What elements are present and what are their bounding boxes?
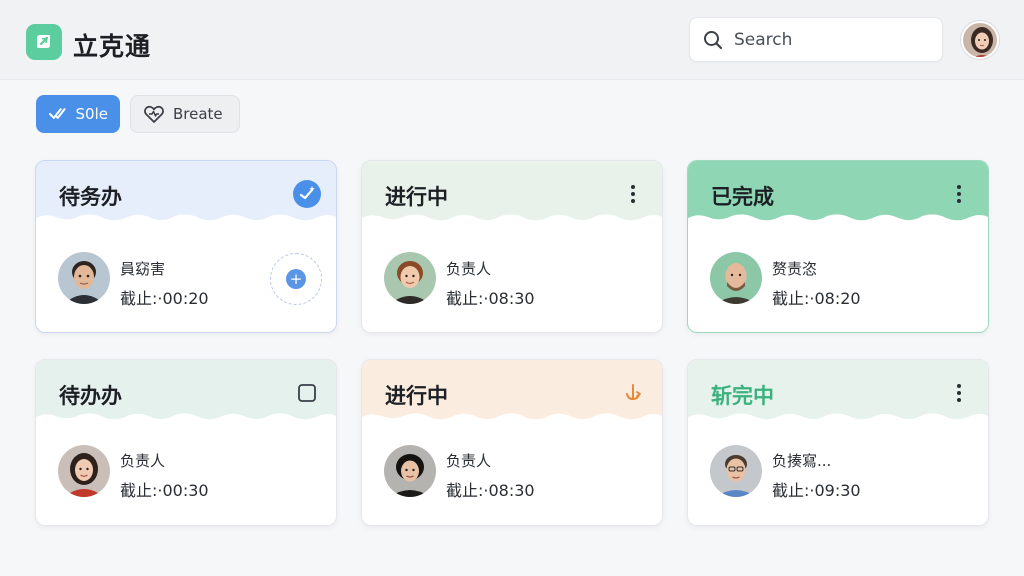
- more-vertical-icon: [957, 185, 961, 203]
- due-time: 截止:·08:30: [446, 289, 535, 308]
- search-icon: [704, 30, 723, 49]
- user-avatar[interactable]: [961, 21, 999, 59]
- task-card[interactable]: 待办办 负责人 截止:·00:30: [35, 359, 337, 526]
- create-button-label: Breate: [173, 105, 223, 123]
- card-header: 待务办: [36, 161, 336, 226]
- checkbox-icon: [298, 384, 316, 402]
- assignee-avatar: [710, 445, 762, 497]
- assignee-label: 负责人: [446, 260, 492, 278]
- card-title: 待办办: [59, 384, 122, 408]
- card-title: 待务办: [59, 185, 122, 209]
- card-menu-button[interactable]: [944, 378, 974, 408]
- double-check-icon: [48, 108, 66, 119]
- sole-button[interactable]: S0le: [36, 95, 120, 133]
- due-time: 截止:·09:30: [772, 481, 861, 500]
- card-action-button[interactable]: [618, 378, 648, 408]
- assignee-label: 负责人: [446, 452, 492, 470]
- card-title: 进行中: [385, 185, 448, 209]
- app-title: 立克通: [73, 32, 152, 61]
- assignee-label: 负责人: [120, 452, 166, 470]
- card-checkbox[interactable]: [292, 378, 322, 408]
- due-time: 截止:·00:30: [120, 481, 209, 500]
- check-sparkle-icon: [293, 180, 321, 208]
- heart-pulse-icon: [144, 105, 164, 123]
- top-bar: 立克通: [0, 0, 1024, 80]
- due-time: 截止:·00:20: [120, 289, 209, 308]
- add-assignee-button[interactable]: +: [270, 253, 322, 305]
- create-button[interactable]: Breate: [130, 95, 240, 133]
- more-vertical-icon: [957, 384, 961, 402]
- task-card[interactable]: 进行中 负责人 截止:·08:30: [361, 359, 663, 526]
- app-logo-icon[interactable]: [26, 24, 62, 60]
- assignee-label: 负揍寫...: [772, 452, 832, 470]
- more-vertical-icon: [631, 185, 635, 203]
- due-time: 截止:·08:20: [772, 289, 861, 308]
- task-card[interactable]: 斩完中 负揍寫... 截止:·09:30: [687, 359, 989, 526]
- task-card[interactable]: 进行中 负责人 截止:·08:30: [361, 160, 663, 333]
- search-input[interactable]: [734, 29, 924, 50]
- task-card[interactable]: 已完成 赘责恣 截止:·08:20: [687, 160, 989, 333]
- assignee-label: 員窈害: [120, 260, 166, 278]
- card-header: 进行中: [362, 161, 662, 226]
- search-box[interactable]: [689, 17, 943, 62]
- assignee-avatar: [384, 252, 436, 304]
- plus-icon: +: [286, 269, 306, 289]
- assignee-avatar: [58, 252, 110, 304]
- card-header: 斩完中: [688, 360, 988, 425]
- due-time: 截止:·08:30: [446, 481, 535, 500]
- anchor-arrow-icon: [626, 384, 641, 401]
- assignee-avatar: [58, 445, 110, 497]
- card-menu-button[interactable]: [618, 179, 648, 209]
- card-menu-button[interactable]: [944, 179, 974, 209]
- card-action-button[interactable]: [292, 179, 322, 209]
- card-title: 斩完中: [711, 384, 774, 408]
- assignee-avatar: [384, 445, 436, 497]
- assignee-avatar: [710, 252, 762, 304]
- card-header: 待办办: [36, 360, 336, 425]
- card-header: 进行中: [362, 360, 662, 425]
- sole-button-label: S0le: [75, 105, 108, 123]
- card-title: 已完成: [711, 185, 774, 209]
- card-title: 进行中: [385, 384, 448, 408]
- card-header: 已完成: [688, 161, 988, 226]
- task-card[interactable]: 待务办 員窈害 截止:·00:20 +: [35, 160, 337, 333]
- assignee-label: 赘责恣: [772, 260, 818, 278]
